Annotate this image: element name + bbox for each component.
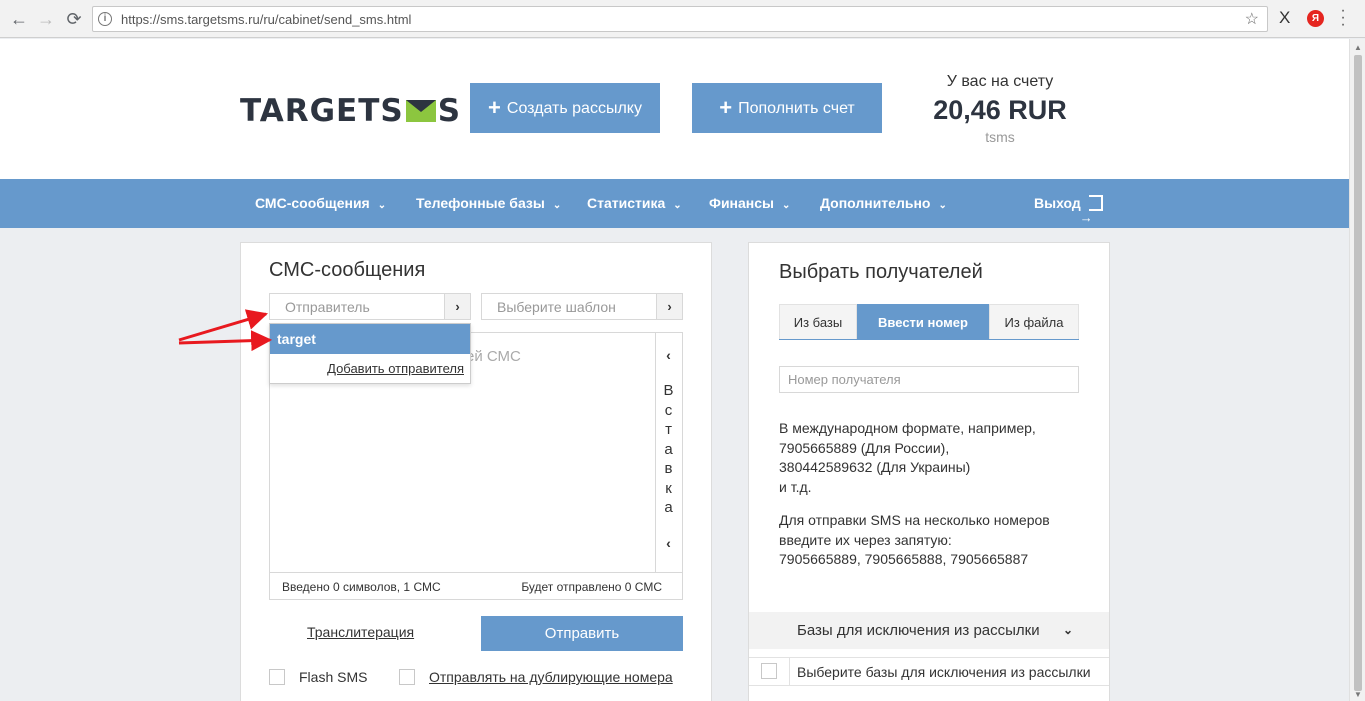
chevron-left-icon[interactable]: ‹	[656, 535, 681, 551]
chevron-down-icon: ⌄	[552, 200, 562, 211]
nav-item-sms[interactable]: СМС-сообщения ⌄	[255, 179, 386, 228]
tab-enter-number[interactable]: Ввести номер	[857, 304, 989, 339]
browser-toolbar: ← → ⟳ i https://sms.targetsms.ru/ru/cabi…	[0, 0, 1365, 38]
nav-item-phone-bases[interactable]: Телефонные базы ⌄	[416, 179, 561, 228]
extension-x-icon[interactable]: X	[1279, 8, 1290, 28]
logout-link[interactable]: Выход	[1034, 179, 1103, 242]
chevron-down-icon: ⌄	[782, 200, 791, 211]
page-scrollbar[interactable]: ▲ ▼	[1349, 39, 1365, 701]
sender-dropdown: target Добавить отправителя	[269, 323, 471, 384]
chevron-down-icon: ⌄	[377, 200, 387, 211]
insert-vertical-label: В с т а в к а	[656, 381, 681, 518]
nav-item-label: Финансы	[709, 195, 774, 211]
send-button[interactable]: Отправить	[481, 616, 683, 651]
url-text[interactable]: https://sms.targetsms.ru/ru/cabinet/send…	[121, 12, 411, 27]
exclude-all-checkbox[interactable]	[761, 663, 777, 679]
yandex-extension-icon[interactable]: Я	[1307, 10, 1324, 27]
exclude-checkbox-cell	[749, 658, 790, 685]
username: tsms	[985, 129, 1015, 145]
logout-icon	[1080, 193, 1103, 242]
flash-sms-checkbox[interactable]	[269, 669, 285, 685]
insert-letter: к	[665, 479, 672, 497]
chevron-down-icon: ⌄	[1063, 623, 1074, 637]
message-placeholder: ей СМС	[466, 348, 521, 365]
nav-item-label: Дополнительно	[820, 195, 931, 211]
envelope-logo-icon	[405, 100, 436, 122]
template-placeholder: Выберите шаблон	[497, 299, 616, 315]
sender-placeholder: Отправитель	[285, 299, 370, 315]
logo-text-right: S	[437, 93, 462, 129]
targetsms-logo[interactable]: TARGETS S	[240, 93, 461, 129]
scroll-up-icon[interactable]: ▲	[1354, 43, 1362, 52]
chevron-right-icon[interactable]: ›	[656, 294, 682, 319]
transliteration-link[interactable]: Транслитерация	[307, 624, 414, 640]
add-sender-link[interactable]: Добавить отправителя	[327, 361, 464, 376]
sender-select[interactable]: Отправитель ›	[269, 293, 471, 320]
logo-text-left: TARGETS	[240, 93, 404, 129]
template-select[interactable]: Выберите шаблон ›	[481, 293, 683, 320]
nav-item-finance[interactable]: Финансы ⌄	[709, 179, 790, 228]
top-up-label: Пополнить счет	[738, 100, 855, 117]
nav-item-label: Телефонные базы	[416, 195, 545, 211]
balance-label: У вас на счету	[946, 73, 1054, 90]
sms-panel: СМС-сообщения Отправитель › Выберите шаб…	[240, 242, 712, 701]
nav-item-additional[interactable]: Дополнительно ⌄	[820, 179, 947, 228]
chars-entered-count: Введено 0 символов, 1 СМС	[282, 580, 441, 594]
sms-panel-title: СМС-сообщения	[269, 259, 426, 281]
chevron-right-icon[interactable]: ›	[444, 294, 470, 319]
multiple-numbers-help-text: Для отправки SMS на несколько номеров вв…	[779, 512, 1050, 567]
recipient-source-tabs: Из базы Ввести номер Из файла	[779, 304, 1079, 340]
flash-sms-label[interactable]: Flash SMS	[299, 669, 367, 685]
chevron-down-icon: ⌄	[673, 200, 682, 211]
insert-letter: В	[663, 382, 674, 399]
recipients-panel-title: Выбрать получателей	[779, 261, 983, 283]
plus-icon: +	[488, 95, 501, 120]
exclude-bases-select[interactable]: Выберите базы для исключения из рассылки	[797, 664, 1091, 680]
insert-panel-toggle[interactable]: ‹ В с т а в к а ‹	[655, 333, 682, 573]
balance-value: 20,46 RUR	[933, 95, 1067, 125]
plus-icon: +	[719, 95, 733, 120]
tab-from-file[interactable]: Из файла	[989, 304, 1079, 339]
chevron-down-icon: ⌄	[938, 200, 947, 211]
recipient-number-input[interactable]	[779, 366, 1079, 393]
sms-to-send-count: Будет отправлено 0 СМС	[521, 580, 662, 594]
main-nav: СМС-сообщения ⌄ Телефонные базы ⌄ Статисти…	[0, 179, 1349, 242]
chevron-left-icon[interactable]: ‹	[656, 347, 681, 363]
scrollbar-thumb[interactable]	[1354, 55, 1362, 691]
sender-option-target[interactable]: target	[270, 324, 470, 354]
create-campaign-button[interactable]: + Создать рассылку	[470, 83, 660, 133]
exclude-bases-select-row[interactable]: Выберите базы для исключения из рассылки	[749, 657, 1109, 686]
nav-item-statistics[interactable]: Статистика ⌄	[587, 179, 682, 228]
bookmark-star-icon[interactable]: ☆	[1245, 9, 1259, 29]
tab-from-base[interactable]: Из базы	[779, 304, 857, 339]
page: TARGETS S + Создать рассылку + Пополнить сч…	[0, 39, 1349, 701]
nav-item-label: Статистика	[587, 195, 666, 211]
insert-letter: а	[664, 499, 673, 516]
insert-letter: а	[664, 440, 673, 458]
reload-icon[interactable]: ⟳	[63, 8, 85, 30]
site-header: TARGETS S + Создать рассылку + Пополнить сч…	[0, 39, 1349, 179]
logout-label: Выход	[1034, 195, 1081, 211]
nav-item-label: СМС-сообщения	[255, 195, 370, 211]
insert-letter: в	[664, 460, 673, 477]
insert-letter: с	[664, 401, 673, 419]
send-duplicates-checkbox[interactable]	[399, 669, 415, 685]
insert-letter: т	[665, 421, 672, 438]
scroll-down-icon[interactable]: ▼	[1354, 690, 1362, 699]
recipients-panel: Выбрать получателей Из базы Ввести номер…	[748, 242, 1110, 701]
top-up-button[interactable]: + Пополнить счет	[692, 83, 882, 133]
format-help-text: В международном формате, например, 79056…	[779, 420, 1036, 495]
message-counter: Введено 0 символов, 1 СМС Будет отправле…	[270, 572, 682, 599]
exclude-bases-title: Базы для исключения из рассылки	[797, 622, 1040, 639]
info-icon[interactable]: i	[98, 12, 112, 26]
create-campaign-label: Создать рассылку	[506, 100, 642, 117]
browser-menu-icon[interactable]: · · ·	[1340, 3, 1346, 33]
exclude-bases-toggle[interactable]: Базы для исключения из рассылки ⌄	[749, 612, 1109, 649]
forward-icon[interactable]: →	[35, 8, 57, 30]
back-icon[interactable]: ←	[8, 8, 30, 30]
send-duplicates-label[interactable]: Отправлять на дублирующие номера	[429, 669, 673, 685]
address-bar[interactable]: i https://sms.targetsms.ru/ru/cabinet/se…	[92, 6, 1268, 32]
